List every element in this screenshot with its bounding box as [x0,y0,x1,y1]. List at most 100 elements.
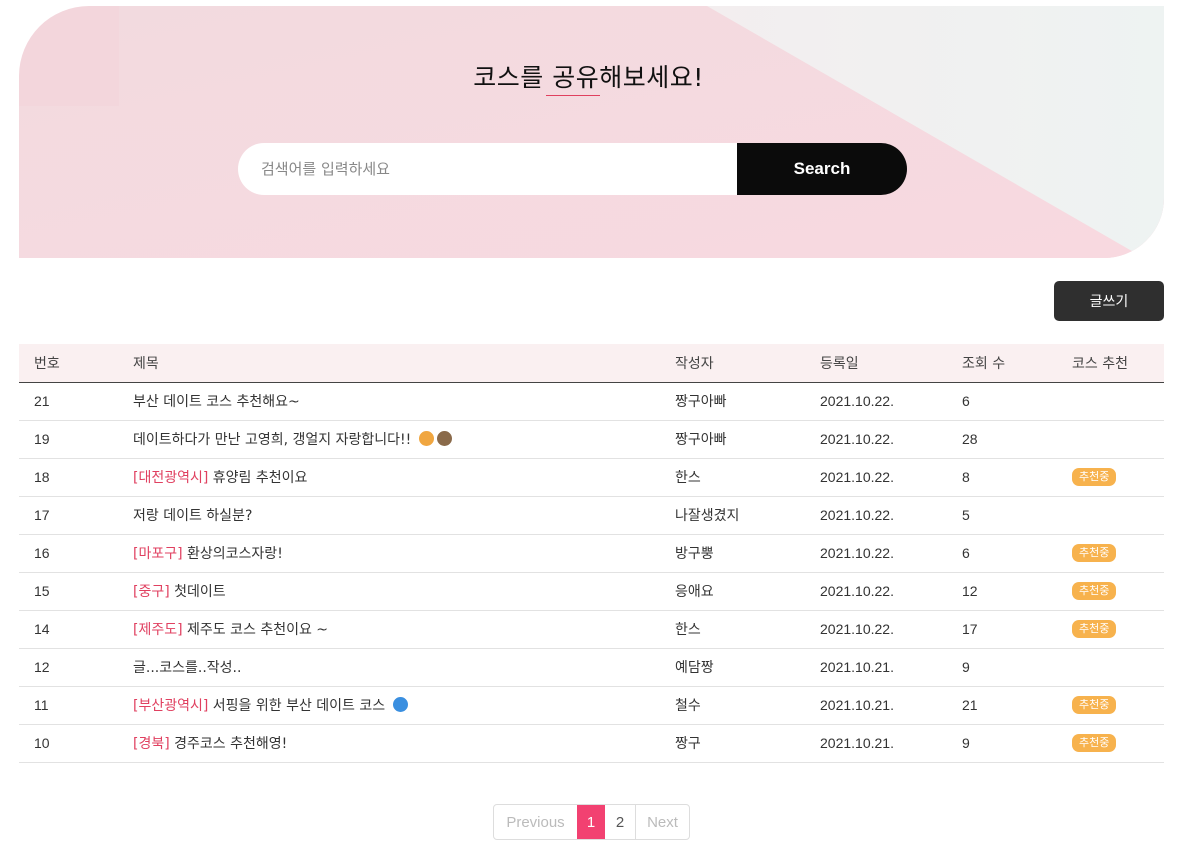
region-tag: [경북] [133,736,170,752]
post-author: 예담짱 [675,660,714,676]
post-views: 6 [962,545,970,561]
header-number: 번호 [34,355,60,372]
post-title: 휴양림 추천이요 [208,470,308,486]
page-2-button[interactable]: 2 [605,805,636,839]
post-title: 서핑을 위한 부산 데이트 코스 [208,698,390,714]
post-table: 번호 제목 작성자 등록일 조회 수 코스 추천 21 부산 데이트 코스 추천해… [19,344,1164,763]
post-title-cell[interactable]: [경북] 경주코스 추천해영! [132,724,674,762]
recommend-cell: 추천중 [1071,686,1164,724]
post-title: 데이트하다가 만난 고영희, 갱얼지 자랑합니다!! [133,432,416,448]
pagination: Previous 1 2 Next [493,804,690,840]
header-author: 작성자 [675,355,714,372]
post-views: 21 [962,697,978,713]
post-views: 12 [962,583,978,599]
table-row[interactable]: 11 [부산광역시] 서핑을 위한 부산 데이트 코스 철수 2021.10.21.… [19,686,1164,724]
table-row[interactable]: 10 [경북] 경주코스 추천해영! 짱구 2021.10.21. 9 추천중 [19,724,1164,762]
table-row[interactable]: 19 데이트하다가 만난 고영희, 갱얼지 자랑합니다!! 짱구아빠 2021.10… [19,420,1164,458]
region-tag: [대전광역시] [133,470,209,486]
post-views: 6 [962,393,970,409]
table-row[interactable]: 12 글...코스를..작성.. 예담짱 2021.10.21. 9 [19,648,1164,686]
post-views: 28 [962,431,978,447]
cat-emoji-icon [418,431,434,446]
recommend-cell: 추천중 [1071,534,1164,572]
post-views: 5 [962,507,970,523]
post-date: 2021.10.22. [820,469,894,485]
page-1-button[interactable]: 1 [577,805,605,839]
post-author: 짱구 [675,736,701,752]
recommend-badge: 추천중 [1072,696,1117,714]
post-number: 17 [34,507,50,523]
post-author: 철수 [675,698,701,714]
post-number: 12 [34,659,50,675]
post-date: 2021.10.22. [820,431,894,447]
wave-emoji-icon [392,697,408,712]
region-tag: [부산광역시] [133,698,209,714]
search-button[interactable]: Search [737,143,907,195]
post-title: 첫데이트 [169,584,226,600]
region-tag: [중구] [133,584,170,600]
table-header-row: 번호 제목 작성자 등록일 조회 수 코스 추천 [19,344,1164,382]
post-title-cell[interactable]: [대전광역시] 휴양림 추천이요 [132,458,674,496]
post-author: 나잘생겼지 [675,508,740,524]
post-title-cell[interactable]: [부산광역시] 서핑을 위한 부산 데이트 코스 [132,686,674,724]
post-number: 11 [34,697,49,713]
post-title: 제주도 코스 추천이요 ~ [182,622,329,638]
post-number: 10 [34,735,50,751]
post-views: 9 [962,659,970,675]
post-date: 2021.10.21. [820,659,894,675]
post-number: 15 [34,583,50,599]
table-row[interactable]: 15 [중구] 첫데이트 응애요 2021.10.22. 12 추천중 [19,572,1164,610]
post-number: 18 [34,469,50,485]
table-row[interactable]: 14 [제주도] 제주도 코스 추천이요 ~ 한스 2021.10.22. 17 추천중 [19,610,1164,648]
recommend-cell [1071,420,1164,458]
post-title: 저랑 데이트 하실분? [133,508,253,524]
post-title-cell[interactable]: [제주도] 제주도 코스 추천이요 ~ [132,610,674,648]
post-title-cell[interactable]: 부산 데이트 코스 추천해요~ [132,382,674,420]
post-author: 짱구아빠 [675,394,727,410]
post-date: 2021.10.22. [820,545,894,561]
recommend-badge: 추천중 [1072,582,1117,600]
post-author: 응애요 [675,584,714,600]
region-tag: [제주도] [133,622,183,638]
recommend-badge: 추천중 [1072,468,1117,486]
recommend-cell [1071,496,1164,534]
title-underline [546,95,600,96]
post-title-cell[interactable]: 글...코스를..작성.. [132,648,674,686]
recommend-cell [1071,648,1164,686]
post-number: 19 [34,431,50,447]
table-row[interactable]: 17 저랑 데이트 하실분? 나잘생겼지 2021.10.22. 5 [19,496,1164,534]
hero-background [19,6,1164,258]
post-date: 2021.10.21. [820,735,894,751]
post-title-cell[interactable]: 데이트하다가 만난 고영희, 갱얼지 자랑합니다!! [132,420,674,458]
prev-page-button[interactable]: Previous [494,805,577,839]
table-row[interactable]: 16 [마포구] 환상의코스자랑! 방구뿡 2021.10.22. 6 추천중 [19,534,1164,572]
table-row[interactable]: 21 부산 데이트 코스 추천해요~ 짱구아빠 2021.10.22. 6 [19,382,1164,420]
post-date: 2021.10.21. [820,697,894,713]
table-row[interactable]: 18 [대전광역시] 휴양림 추천이요 한스 2021.10.22. 8 추천중 [19,458,1164,496]
post-author: 한스 [675,470,701,486]
post-title: 환상의코스자랑! [182,546,283,562]
header-recommend: 코스 추천 [1072,355,1128,372]
post-author: 방구뿡 [675,546,714,562]
post-number: 16 [34,545,50,561]
next-page-button[interactable]: Next [636,805,689,839]
post-date: 2021.10.22. [820,507,894,523]
hero-banner [19,6,1164,258]
post-title: 글...코스를..작성.. [133,660,242,676]
post-date: 2021.10.22. [820,583,894,599]
post-title-cell[interactable]: [중구] 첫데이트 [132,572,674,610]
post-title: 부산 데이트 코스 추천해요~ [133,394,300,410]
recommend-badge: 추천중 [1072,620,1117,638]
header-views: 조회 수 [962,355,1006,372]
dog-emoji-icon [436,431,452,446]
post-number: 14 [34,621,50,637]
header-date: 등록일 [820,355,859,372]
write-post-button[interactable]: 글쓰기 [1054,281,1164,321]
post-title-cell[interactable]: 저랑 데이트 하실분? [132,496,674,534]
post-title-cell[interactable]: [마포구] 환상의코스자랑! [132,534,674,572]
post-date: 2021.10.22. [820,621,894,637]
search-input[interactable] [238,143,737,195]
recommend-badge: 추천중 [1072,544,1117,562]
search-bar: Search [238,143,907,195]
page-title: 코스를 공유해보세요! [473,63,704,92]
